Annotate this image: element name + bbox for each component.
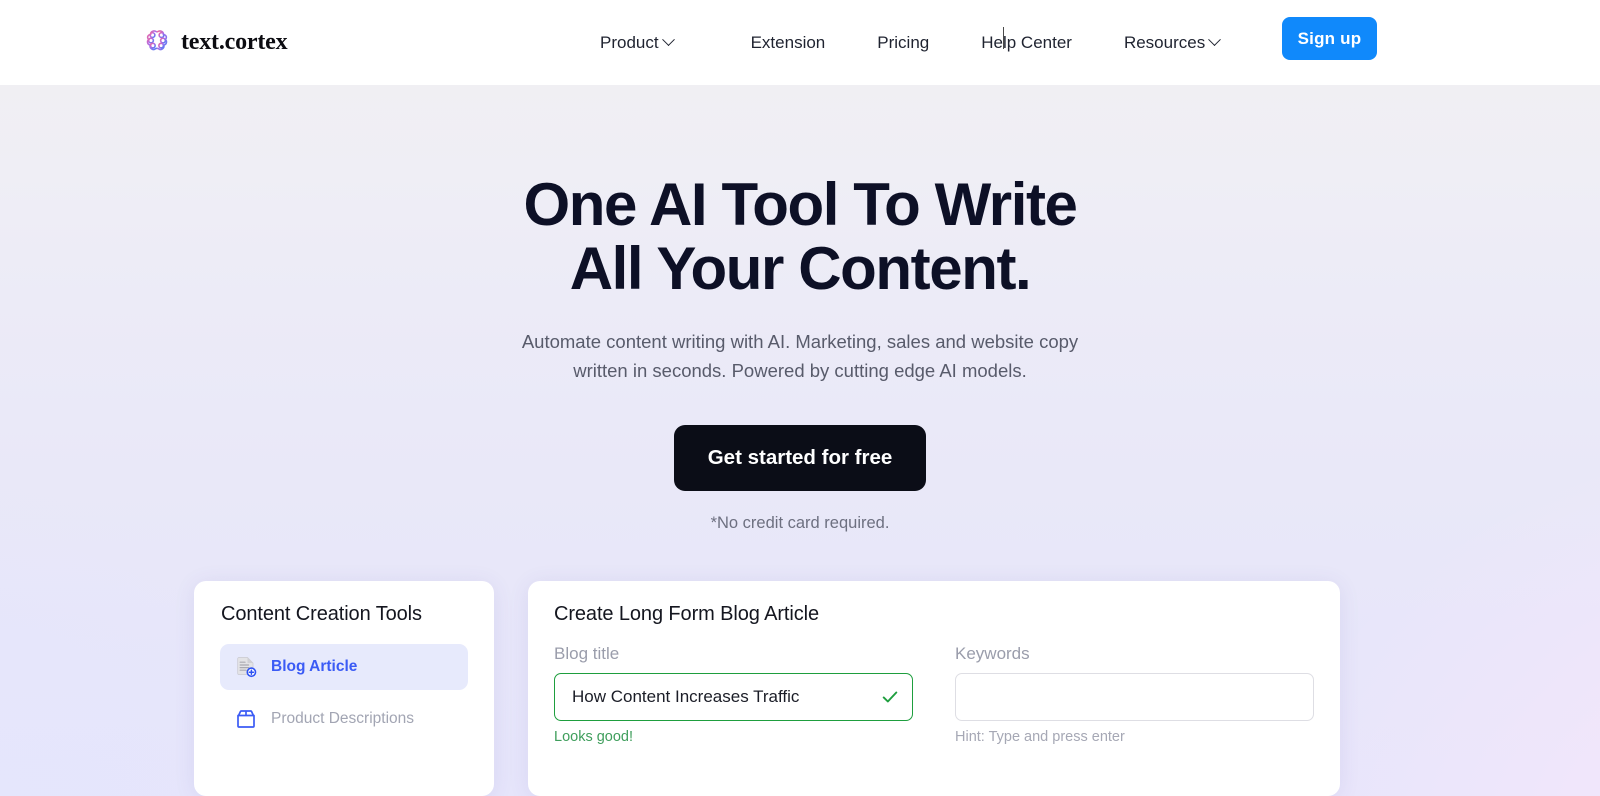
nav-item-extension-label: Extension	[750, 32, 826, 52]
hero-section: One AI Tool To Write All Your Content. A…	[0, 85, 1600, 533]
keywords-input-wrap	[955, 673, 1314, 721]
nav-links: Product Extension Pricing Help Center Re…	[600, 0, 1222, 85]
chevron-down-icon	[1208, 33, 1222, 47]
keywords-field-group: Keywords Hint: Type and press enter	[955, 644, 1314, 745]
keywords-input[interactable]	[955, 673, 1314, 721]
tool-item-blog-article[interactable]: Blog Article	[220, 644, 468, 690]
top-navigation-bar: text.cortex Product Extension Pricing He…	[0, 0, 1600, 85]
brand-name: text.cortex	[181, 28, 288, 55]
nav-item-help-center-label: Help Center	[981, 32, 1072, 52]
sign-up-button[interactable]: Sign up	[1282, 17, 1377, 60]
page-title: One AI Tool To Write All Your Content.	[523, 171, 1077, 303]
chevron-down-icon	[661, 33, 675, 47]
nav-item-resources[interactable]: Resources	[1123, 32, 1222, 53]
package-box-icon	[237, 710, 255, 728]
blog-title-input-wrap	[554, 673, 913, 721]
content-creation-tools-card: Content Creation Tools Blog Article Prod…	[194, 581, 494, 796]
nav-item-help-center[interactable]: Help Center	[981, 33, 1072, 53]
tool-item-product-descriptions[interactable]: Product Descriptions	[220, 696, 468, 742]
blog-title-help-text: Looks good!	[554, 729, 634, 745]
create-blog-article-card: Create Long Form Blog Article Blog title…	[528, 581, 1340, 796]
form-card-title: Create Long Form Blog Article	[554, 603, 820, 625]
nav-item-product[interactable]: Product	[600, 32, 675, 53]
nav-item-product-label: Product	[600, 32, 659, 52]
tool-item-product-descriptions-label: Product Descriptions	[271, 710, 415, 727]
cta-note: *No credit card required.	[710, 513, 890, 532]
get-started-button[interactable]: Get started for free	[673, 424, 927, 491]
tools-list: Blog Article Product Descriptions	[194, 644, 494, 742]
nav-item-pricing-label: Pricing	[877, 32, 930, 52]
blog-title-field-group: Blog title Looks good!	[554, 644, 913, 745]
nav-item-pricing[interactable]: Pricing	[877, 33, 929, 53]
blog-title-label: Blog title	[554, 644, 620, 663]
text-cursor-caret	[1003, 27, 1004, 49]
nav-item-resources-label: Resources	[1123, 32, 1206, 52]
tool-item-blog-article-label: Blog Article	[271, 658, 358, 675]
brand-logo[interactable]: text.cortex	[142, 20, 288, 64]
nav-item-extension[interactable]: Extension	[751, 33, 826, 53]
brain-petals-logo-icon	[146, 30, 168, 51]
keywords-help-text: Hint: Type and press enter	[955, 729, 1125, 745]
document-add-icon	[237, 657, 257, 678]
keywords-label: Keywords	[955, 644, 1030, 663]
blog-title-input[interactable]	[554, 673, 913, 721]
tools-card-title: Content Creation Tools	[221, 603, 422, 625]
form-fields-row: Blog title Looks good! Keywords Hint: Ty…	[528, 626, 1340, 745]
hero-subtitle: Automate content writing with AI. Market…	[521, 331, 1079, 382]
